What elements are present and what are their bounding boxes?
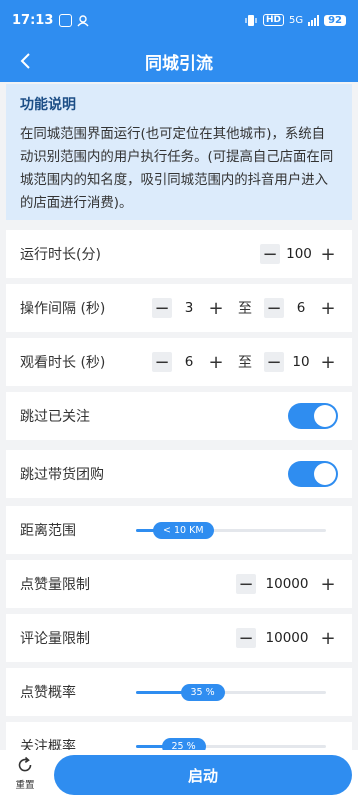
like-rate-label: 点赞概率: [20, 685, 76, 701]
skip-followed-row: 跳过已关注: [6, 392, 352, 440]
bottom-bar: 重置 启动: [0, 750, 358, 800]
start-button[interactable]: 启动: [54, 755, 352, 795]
like-rate-slider[interactable]: 35 %: [136, 668, 326, 716]
like-limit-value[interactable]: 10000: [256, 576, 318, 592]
feature-description-text: 在同城范围界面运行(也可定位在其他城市)，系统自动识别范围内的用户执行任务。(可…: [20, 127, 334, 211]
interval-min-increment-button[interactable]: +: [206, 298, 226, 319]
interval-min-decrement-button[interactable]: −: [152, 298, 172, 319]
skip-group-buy-label: 跳过带货团购: [20, 467, 104, 483]
run-duration-label: 运行时长(分): [20, 247, 101, 263]
watch-max-stepper: − 10 +: [264, 352, 338, 373]
reset-button[interactable]: 重置: [10, 756, 40, 796]
like-limit-row: 点赞量限制 − 10000 +: [6, 560, 352, 608]
watch-min-stepper: − 6 +: [152, 352, 226, 373]
watch-max-increment-button[interactable]: +: [318, 352, 338, 373]
app-notification-icon: [59, 13, 73, 27]
interval-max-stepper: − 6 +: [264, 298, 338, 319]
watch-min-value[interactable]: 6: [172, 354, 206, 370]
watch-min-increment-button[interactable]: +: [206, 352, 226, 373]
comment-limit-decrement-button[interactable]: −: [236, 628, 256, 649]
run-duration-value[interactable]: 100: [280, 246, 318, 262]
watch-min-decrement-button[interactable]: −: [152, 352, 172, 373]
comment-limit-row: 评论量限制 − 10000 +: [6, 614, 352, 662]
page-title: 同城引流: [145, 53, 213, 74]
distance-slider-thumb[interactable]: < 10 KM: [153, 522, 214, 539]
watch-max-decrement-button[interactable]: −: [264, 352, 284, 373]
distance-slider[interactable]: < 10 KM: [136, 506, 326, 554]
run-duration-stepper: − 100 +: [260, 244, 338, 265]
comment-limit-value[interactable]: 10000: [256, 630, 318, 646]
back-arrow-icon[interactable]: [14, 49, 38, 73]
watch-duration-row: 观看时长 (秒) − 6 + 至 − 10 +: [6, 338, 352, 386]
feature-description-title: 功能说明: [20, 97, 76, 113]
watch-to-label: 至: [238, 355, 252, 371]
hd-badge: HD: [262, 14, 284, 26]
nav-bar: 同城引流: [0, 40, 358, 82]
run-duration-decrement-button[interactable]: −: [260, 244, 280, 265]
reset-icon: [18, 756, 32, 772]
status-time: 17:13: [12, 12, 54, 28]
skip-followed-label: 跳过已关注: [20, 409, 90, 425]
comment-limit-increment-button[interactable]: +: [318, 628, 338, 649]
reset-label: 重置: [15, 780, 35, 791]
skip-group-buy-toggle[interactable]: [288, 461, 338, 487]
watch-max-value[interactable]: 10: [284, 354, 318, 370]
interval-max-value[interactable]: 6: [284, 300, 318, 316]
like-limit-stepper: − 10000 +: [236, 574, 338, 595]
interval-row: 操作间隔 (秒) − 3 + 至 − 6 +: [6, 284, 352, 332]
like-limit-increment-button[interactable]: +: [318, 574, 338, 595]
vibrate-icon: [245, 14, 257, 26]
feature-description: 功能说明 在同城范围界面运行(也可定位在其他城市)，系统自动识别范围内的用户执行…: [6, 84, 352, 220]
distance-label: 距离范围: [20, 523, 76, 539]
like-limit-decrement-button[interactable]: −: [236, 574, 256, 595]
run-duration-increment-button[interactable]: +: [318, 244, 338, 265]
cloud-icon: [77, 14, 89, 26]
distance-row: 距离范围 < 10 KM: [6, 506, 352, 554]
skip-group-buy-row: 跳过带货团购: [6, 450, 352, 498]
network-label: 5G: [288, 14, 304, 26]
interval-min-value[interactable]: 3: [172, 300, 206, 316]
toggle-knob: [314, 463, 336, 485]
signal-icon: [308, 14, 320, 26]
watch-duration-label: 观看时长 (秒): [20, 355, 106, 371]
run-duration-row: 运行时长(分) − 100 +: [6, 230, 352, 278]
toggle-knob: [314, 405, 336, 427]
comment-limit-label: 评论量限制: [20, 631, 90, 647]
interval-label: 操作间隔 (秒): [20, 301, 106, 317]
skip-followed-toggle[interactable]: [288, 403, 338, 429]
interval-max-decrement-button[interactable]: −: [264, 298, 284, 319]
status-bar: 17:13 HD 5G 92: [0, 0, 358, 40]
interval-min-stepper: − 3 +: [152, 298, 226, 319]
like-rate-row: 点赞概率 35 %: [6, 668, 352, 716]
battery-icon: 92: [324, 14, 346, 26]
like-limit-label: 点赞量限制: [20, 577, 90, 593]
interval-max-increment-button[interactable]: +: [318, 298, 338, 319]
comment-limit-stepper: − 10000 +: [236, 628, 338, 649]
interval-to-label: 至: [238, 301, 252, 317]
like-rate-slider-thumb[interactable]: 35 %: [180, 684, 225, 701]
